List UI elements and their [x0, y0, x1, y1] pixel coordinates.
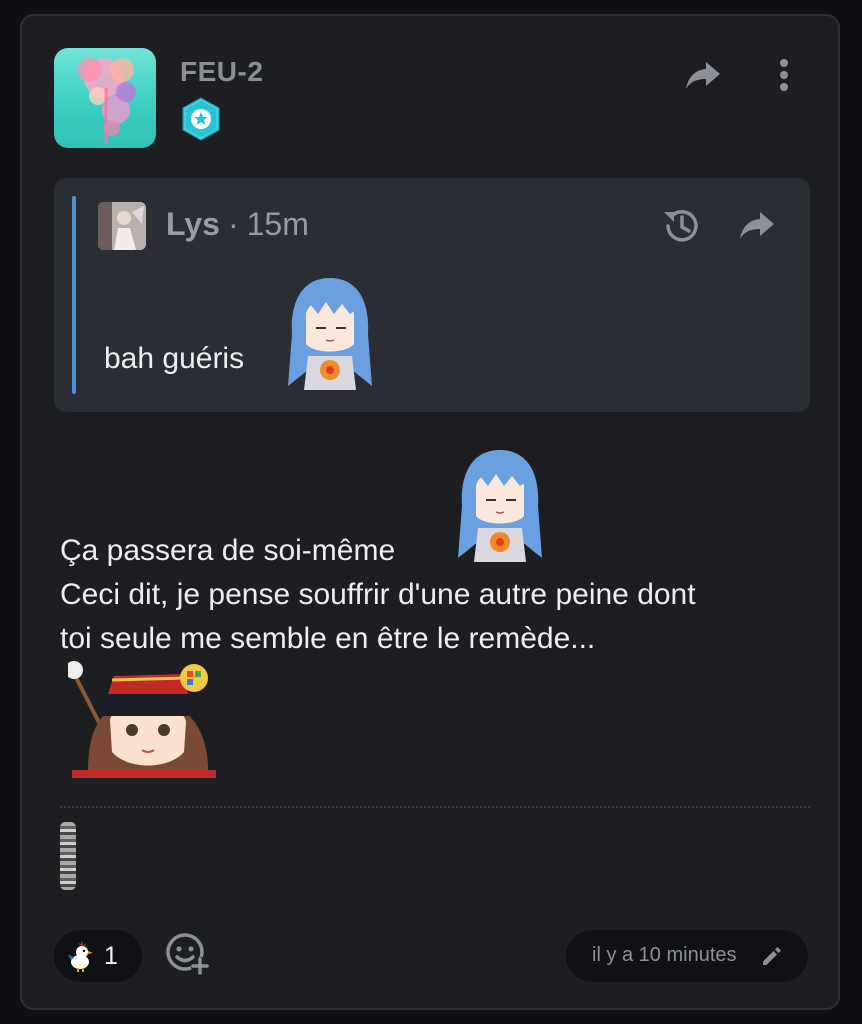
star-badge-icon: [180, 96, 222, 142]
quote-text: bah guéris: [104, 342, 245, 375]
author-name[interactable]: FEU-2: [180, 56, 263, 88]
timestamp-pill[interactable]: il y a 10 minutes: [566, 930, 808, 982]
reaction-button[interactable]: 1: [54, 930, 142, 982]
pencil-icon[interactable]: [760, 944, 784, 968]
anime-girl-sticker-icon: [280, 274, 380, 390]
post-card: FEU-2 Lys · 15m bah guéris Ça passera de…: [20, 14, 840, 1010]
history-icon[interactable]: [660, 204, 704, 248]
rooster-emoji-icon: [68, 940, 94, 972]
message-line: Ceci dit, je pense souffrir d'une autre …: [60, 578, 696, 611]
anime-girl-sticker-icon: [450, 446, 550, 562]
timestamp: il y a 10 minutes: [592, 944, 737, 966]
reaction-count: 1: [104, 942, 118, 970]
share-icon[interactable]: [684, 58, 724, 94]
quote-accent-bar: [72, 196, 76, 394]
message-line: Ça passera de soi-même: [60, 534, 396, 567]
quote-separator: ·: [227, 206, 239, 242]
add-reaction-icon[interactable]: [164, 930, 212, 978]
quote-meta: Lys · 15m: [166, 206, 309, 243]
quote-share-icon[interactable]: [738, 208, 778, 244]
message-line: toi seule me semble en être le remède...: [60, 622, 596, 655]
signature-divider: [60, 806, 810, 808]
quote-author-avatar[interactable]: [98, 202, 146, 250]
more-options-icon[interactable]: [774, 56, 794, 96]
quote-time: 15m: [246, 206, 309, 242]
quoted-message[interactable]: Lys · 15m bah guéris: [54, 178, 810, 412]
quote-author-name[interactable]: Lys: [166, 206, 220, 242]
author-avatar[interactable]: [54, 48, 156, 148]
anime-officer-sticker-icon: [65, 660, 216, 778]
signature-image: [60, 822, 76, 890]
